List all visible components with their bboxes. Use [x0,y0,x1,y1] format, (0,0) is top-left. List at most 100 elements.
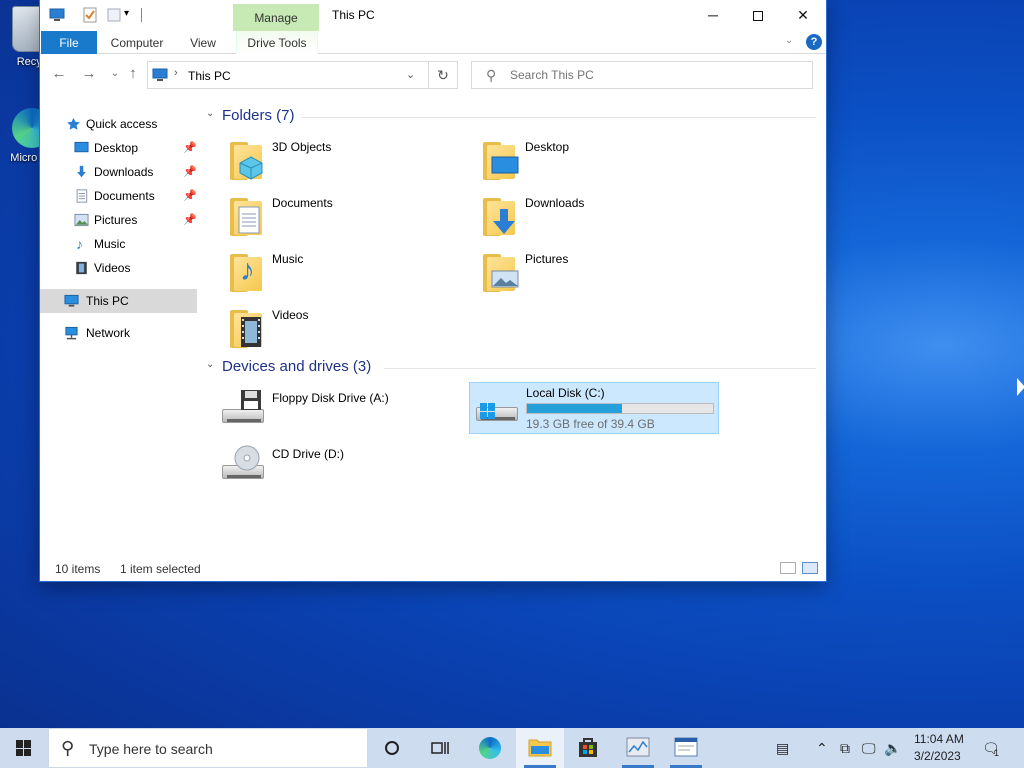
folder-tile-3d-objects[interactable]: 3D Objects [226,138,476,190]
start-button[interactable] [0,728,48,768]
help-icon[interactable]: ? [806,34,822,50]
item-count: 10 items [55,562,101,576]
chevron-down-icon[interactable]: ⌄ [206,359,214,370]
pin-icon[interactable]: 📌 [183,160,197,184]
expand-ribbon-icon[interactable]: ⌄ [785,35,793,46]
breadcrumb[interactable]: This PC [188,69,231,83]
tile-label: CD Drive (D:) [272,447,344,461]
sidebar-item-music[interactable]: ♪ Music [40,232,197,256]
local-disk-icon [474,387,520,431]
tab-file[interactable]: File [41,31,97,54]
tab-drive-tools[interactable]: Drive Tools [236,31,318,54]
download-arrow-icon [77,165,86,178]
sidebar-item-this-pc[interactable]: This PC [40,289,197,313]
title-bar[interactable]: ▾ Manage This PC ─ ✕ [40,0,826,31]
folder-tile-documents[interactable]: Documents [226,194,476,246]
breadcrumb-chevron-icon[interactable]: › [174,67,178,79]
close-button[interactable]: ✕ [780,0,826,31]
folder-tile-music[interactable]: ♪ Music [226,250,476,302]
group-header-folders[interactable]: ⌄ Folders (7) [206,107,816,128]
properties-icon[interactable] [82,7,98,23]
address-bar[interactable]: › This PC ⌄ [147,61,429,89]
pin-icon[interactable]: 📌 [183,184,197,208]
disk-free-text: 19.3 GB free of 39.4 GB [526,417,655,431]
search-box[interactable]: ⚲ [471,61,813,89]
volume-muted-icon[interactable]: 🔈 [884,740,901,757]
tile-label: Videos [272,308,309,322]
network-icon[interactable]: 🖵 [862,740,876,757]
status-bar: 10 items 1 item selected [40,557,826,581]
folder-tile-downloads[interactable]: Downloads [479,194,729,246]
minimize-button[interactable]: ─ [690,0,736,31]
notification-count: 1 [994,748,1000,758]
maximize-icon [753,11,763,22]
group-header-devices[interactable]: ⌄ Devices and drives (3) [206,358,816,379]
taskbar-store[interactable] [564,728,612,768]
pictures-folder-icon [479,250,523,294]
sidebar-item-downloads[interactable]: Downloads 📌 [40,160,197,184]
sidebar-item-pictures[interactable]: Pictures 📌 [40,208,197,232]
pictures-icon [74,213,89,227]
up-arrow-icon[interactable]: ↑ [124,65,142,83]
window-title: This PC [332,8,375,22]
taskbar-file-explorer[interactable] [516,728,564,768]
tab-view[interactable]: View [185,31,221,54]
sidebar-item-label: Documents [94,189,155,203]
pin-icon[interactable]: 📌 [183,208,197,232]
sidebar-item-desktop[interactable]: Desktop 📌 [40,136,197,160]
sidebar-item-quick-access[interactable]: Quick access [40,112,197,136]
cd-drive-icon [220,445,264,489]
refresh-button[interactable]: ↻ [428,61,458,89]
contextual-tab-manage[interactable]: Manage [233,4,319,31]
folder-tile-videos[interactable]: Videos [226,306,476,358]
sidebar-item-label: Pictures [94,213,138,227]
clock-date[interactable]: 3/2/2023 [914,749,961,763]
recent-locations-chevron-icon[interactable]: ⌄ [106,65,124,83]
documents-folder-icon [226,194,270,238]
folder-tile-pictures[interactable]: Pictures [479,250,729,302]
tile-label: Downloads [525,196,585,210]
drive-tile-floppy[interactable]: Floppy Disk Drive (A:) [220,389,470,441]
documents-icon [76,189,88,203]
taskbar-performance-monitor[interactable] [614,728,662,768]
folder-tile-desktop[interactable]: Desktop [479,138,729,190]
sidebar-item-videos[interactable]: Videos [40,256,197,280]
taskbar-control-panel[interactable] [662,728,710,768]
sidebar-item-label: Network [86,326,131,340]
sidebar-item-network[interactable]: Network [40,321,197,345]
clock-time[interactable]: 11:04 AM [914,732,964,746]
chevron-down-icon[interactable]: ⌄ [206,108,214,119]
new-folder-icon[interactable] [106,7,122,23]
pin-icon[interactable]: 📌 [183,136,197,160]
search-input[interactable] [510,68,800,82]
computer-icon[interactable] [49,7,65,23]
chevron-up-icon[interactable]: ⌃ [816,740,828,757]
sidebar-item-label: This PC [86,294,129,308]
edge-icon [479,737,501,759]
videos-folder-icon [226,306,270,350]
meet-now-icon[interactable]: ⧉ [840,740,850,757]
task-view-button[interactable] [416,728,464,768]
tile-label: Documents [272,196,333,210]
search-icon: ⚲ [61,738,75,758]
group-title: Folders (7) [222,107,295,124]
cortana-button[interactable] [368,728,416,768]
taskbar-edge[interactable] [466,728,514,768]
sidebar-item-label: Music [94,237,126,251]
tiles-view-icon[interactable] [802,562,818,574]
back-arrow-icon[interactable]: ← [50,65,68,83]
maximize-button[interactable] [735,0,781,31]
taskbar: ⚲ Type here to search ▤ ⌃ ⧉ 🖵 🔈 11:04 AM… [0,728,1024,768]
drive-tile-local-disk[interactable]: Local Disk (C:) 19.3 GB free of 39.4 GB [469,382,719,434]
details-view-icon[interactable] [780,562,796,574]
news-widget-icon[interactable]: ▤ [776,740,789,757]
sidebar-item-documents[interactable]: Documents 📌 [40,184,197,208]
address-dropdown-icon[interactable]: ⌄ [406,68,415,81]
drive-tile-cd[interactable]: CD Drive (D:) [220,445,470,497]
taskbar-search-box[interactable]: ⚲ Type here to search [48,728,368,768]
system-tray: ▤ ⌃ ⧉ 🖵 🔈 11:04 AM 3/2/2023 🗨 1 [770,728,1024,768]
tile-label: Local Disk (C:) [526,386,605,400]
tab-computer[interactable]: Computer [108,31,166,54]
forward-arrow-icon[interactable]: → [80,65,98,83]
customize-quick-access-icon[interactable]: ▾ [124,8,140,24]
